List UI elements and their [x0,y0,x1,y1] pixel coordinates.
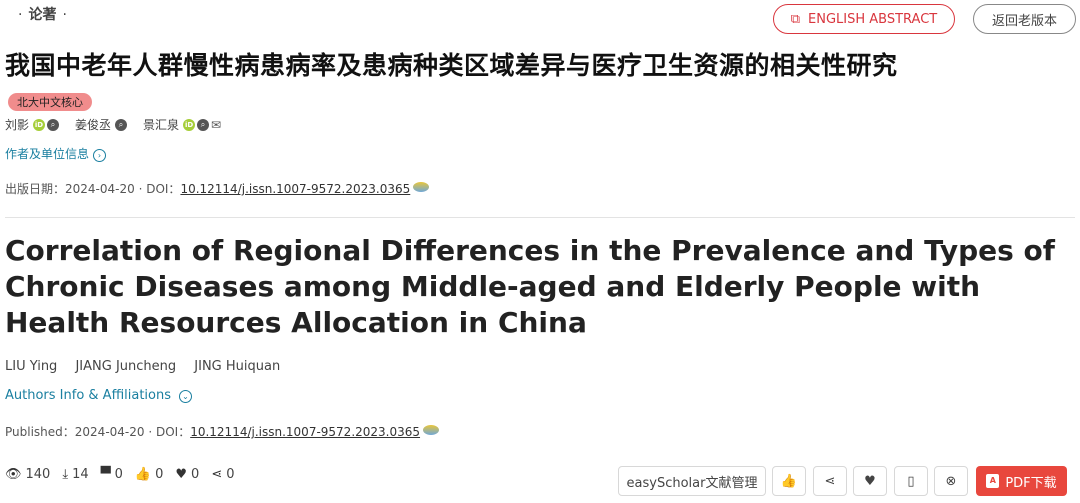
core-journal-badge: 北大中文核心 [8,93,92,111]
chevron-right-icon: › [93,149,107,162]
affiliations-link-en[interactable]: Authors Info & Affiliations ⌄ [5,388,193,403]
share-button[interactable]: ⋖ [813,466,847,496]
views-count: 140 [25,467,51,482]
likes-count: 0 [155,467,164,482]
download-icon: ⤓ [62,467,69,482]
thumbs-up-icon: 👍 [134,467,152,482]
like-button[interactable]: 👍 [772,466,806,496]
eye-icon: 👁 [5,467,22,482]
pdf-download-button[interactable]: A PDF下载 [976,466,1067,496]
shares-count: 0 [226,467,235,482]
chevron-down-icon: ⌄ [179,390,193,403]
share-icon: ⋖ [824,473,836,489]
comments-count: 0 [114,467,123,482]
globe-icon[interactable] [423,425,440,435]
authors-cn: 刘影 iD ⌕ 姜俊丞 ⌕ 景汇泉 iD ⌕ ✉ [5,116,221,133]
downloads-count: 14 [72,467,89,482]
author-link[interactable]: JIANG Juncheng [75,359,176,374]
publication-info-en: Published：2024-04-20 · DOI：10.12114/j.is… [5,423,440,440]
search-icon[interactable]: ⌕ [115,118,128,131]
mobile-button[interactable]: ▯ [894,466,928,496]
old-version-button[interactable]: 返回老版本 [973,4,1076,34]
publication-info-cn: 出版日期：2024-04-20 · DOI：10.12114/j.issn.10… [5,180,430,197]
divider [5,217,1075,218]
favorite-button[interactable]: ♥ [853,466,887,496]
easyscholar-button[interactable]: easyScholar文献管理 [618,466,766,496]
author-link[interactable]: LIU Ying [5,359,57,374]
orcid-icon[interactable]: iD [33,118,46,131]
favorites-count: 0 [191,467,200,482]
cite-icon: ⊗ [945,473,957,489]
comment-icon: ▀ [100,467,111,482]
heart-icon: ♥ [175,467,188,482]
search-icon[interactable]: ⌕ [197,118,210,131]
author-link[interactable]: JING Huiquan [194,359,280,374]
translate-icon: ⧉ [790,11,801,27]
globe-icon[interactable] [413,182,430,192]
doi-link[interactable]: 10.12114/j.issn.1007-9572.2023.0365 [180,182,410,196]
page-title-cn: 我国中老年人群慢性病患病率及患病种类区域差异与医疗卫生资源的相关性研究 [5,51,898,80]
doi-link[interactable]: 10.12114/j.issn.1007-9572.2023.0365 [190,425,420,439]
authors-en: LIU Ying JIANG Juncheng JING Huiquan [5,359,294,374]
author-link[interactable]: 景汇泉 [143,116,179,133]
article-stats: 👁 140 ⤓ 14 ▀ 0 👍 0 ♥ 0 ⋖ 0 [5,467,243,482]
section-label: · 论著 · [18,7,67,23]
cite-button[interactable]: ⊗ [934,466,968,496]
author-link[interactable]: 姜俊丞 [75,116,111,133]
pdf-icon: A [986,474,1000,488]
thumbs-up-icon: 👍 [780,473,798,489]
author-link[interactable]: 刘影 [5,116,29,133]
share-icon: ⋖ [211,467,223,482]
mail-icon[interactable]: ✉ [211,118,221,132]
orcid-icon[interactable]: iD [183,118,196,131]
search-icon[interactable]: ⌕ [47,118,60,131]
page-title-en: Correlation of Regional Differences in t… [5,234,1055,339]
mobile-icon: ▯ [907,473,915,489]
affiliations-link-cn[interactable]: 作者及单位信息 › [5,145,107,162]
english-abstract-button[interactable]: ⧉ ENGLISH ABSTRACT [773,4,955,34]
heart-icon: ♥ [864,473,876,489]
